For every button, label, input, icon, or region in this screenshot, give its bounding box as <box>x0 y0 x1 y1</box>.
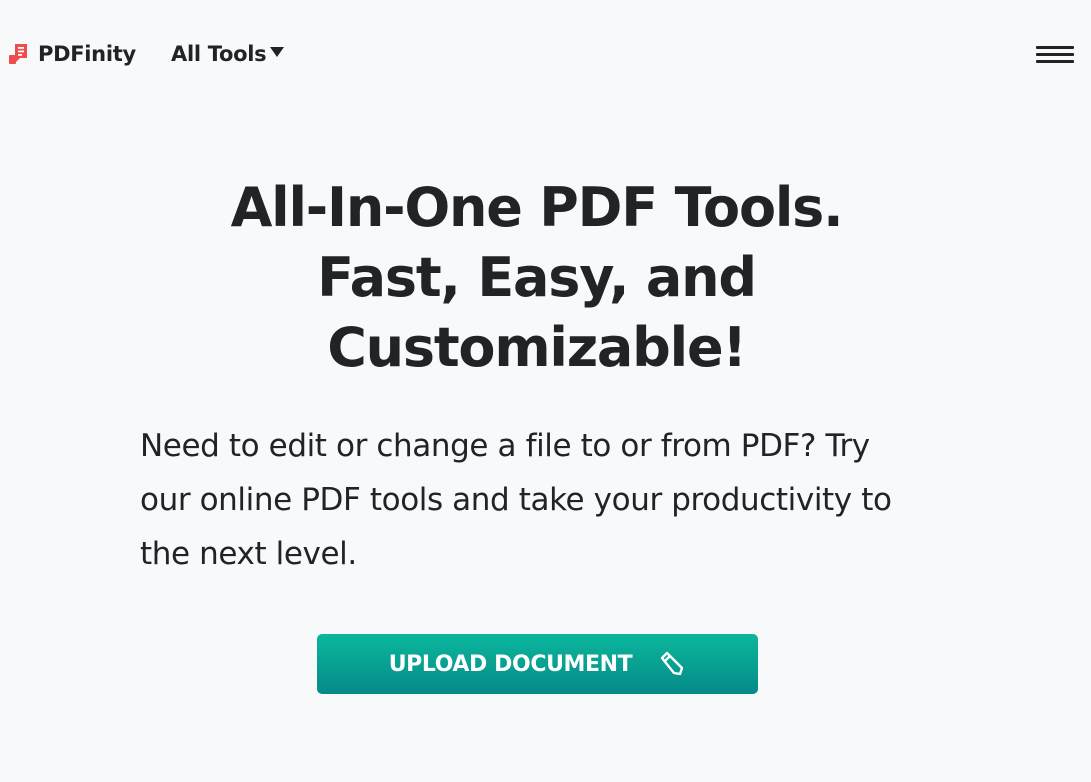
pencil-icon <box>661 651 684 676</box>
menu-bar-middle <box>1036 53 1074 56</box>
page: PDFinity All Tools All-In-One PDF Tools.… <box>0 0 1091 782</box>
hero-subtitle: Need to edit or change a file to or from… <box>140 419 940 581</box>
hamburger-menu-button[interactable] <box>1034 43 1074 67</box>
menu-bar-bottom <box>1036 60 1074 63</box>
brand-logo-link[interactable]: PDFinity <box>8 42 136 66</box>
all-tools-dropdown[interactable]: All Tools <box>171 42 285 66</box>
hero-title-line-2: Fast, Easy, and <box>317 246 757 309</box>
caret-down-icon <box>270 47 285 57</box>
upload-document-button[interactable]: UPLOAD DOCUMENT <box>317 634 758 694</box>
hero-subtitle-line-3: the next level. <box>140 536 357 572</box>
hero-title-line-1: All-In-One PDF Tools. <box>230 176 844 239</box>
upload-document-label: UPLOAD DOCUMENT <box>388 651 633 677</box>
site-header: PDFinity All Tools <box>0 0 1091 110</box>
hero-subtitle-line-1: Need to edit or change a file to or from… <box>140 428 870 464</box>
all-tools-label: All Tools <box>171 42 267 66</box>
hero-subtitle-line-2: our online PDF tools and take your produ… <box>140 482 892 518</box>
hero-title: All-In-One PDF Tools. Fast, Easy, and Cu… <box>0 173 1073 383</box>
pdf-document-icon <box>9 44 27 64</box>
hero-title-line-3: Customizable! <box>327 316 747 379</box>
menu-bar-top <box>1036 46 1074 49</box>
brand-name: PDFinity <box>38 42 136 66</box>
